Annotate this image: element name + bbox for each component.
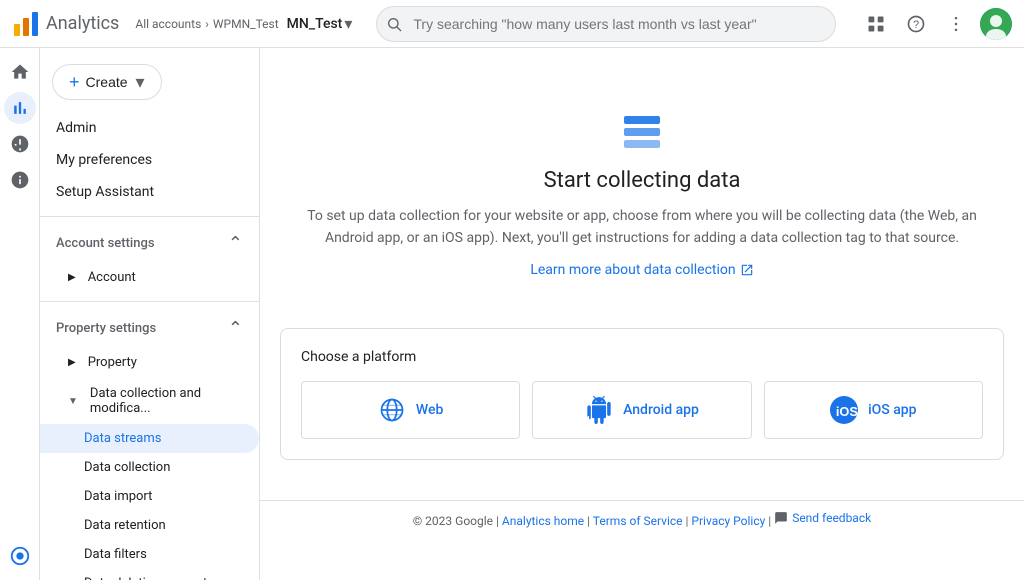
account-settings-chevron-icon: ⌃: [228, 233, 243, 254]
page-description: To set up data collection for your websi…: [302, 205, 982, 250]
platform-web[interactable]: Web: [301, 381, 520, 439]
account-expand-icon: ▶: [68, 272, 76, 283]
footer-copyright: © 2023 Google: [413, 514, 493, 528]
nav-account[interactable]: ▶ Account: [40, 262, 259, 293]
topbar: Analytics All accounts › WPMN_Test MN_Te…: [0, 0, 1024, 48]
avatar[interactable]: [980, 8, 1012, 40]
sidebar-icon-settings[interactable]: [4, 540, 36, 572]
nav-data-retention[interactable]: Data retention: [40, 511, 259, 540]
sidebar-icon-reports[interactable]: [4, 92, 36, 124]
learn-more-link[interactable]: Learn more about data collection: [530, 262, 753, 278]
external-link-icon: [740, 263, 754, 277]
data-collection-icon: [280, 108, 1004, 156]
sidebar-icons: [0, 48, 40, 580]
ios-label: iOS app: [868, 402, 916, 418]
create-label: Create: [86, 74, 128, 90]
web-label: Web: [416, 402, 443, 418]
grid-icon-button[interactable]: [860, 8, 892, 40]
help-icon-button[interactable]: ?: [900, 8, 932, 40]
page-title: Start collecting data: [280, 168, 1004, 193]
breadcrumb-all-accounts: All accounts: [135, 17, 201, 31]
search-icon: [386, 16, 402, 32]
search-bar[interactable]: [376, 6, 836, 42]
nav-data-filters[interactable]: Data filters: [40, 540, 259, 569]
nav-data-deletion[interactable]: Data deletion requests: [40, 569, 259, 580]
account-chevron-icon: ▾: [344, 14, 352, 33]
property-expand-icon: ▶: [68, 357, 76, 368]
analytics-logo-icon: [12, 10, 40, 38]
android-label: Android app: [623, 402, 699, 418]
sidebar-icon-explore[interactable]: [4, 128, 36, 160]
search-input[interactable]: [376, 6, 836, 42]
create-button[interactable]: + Create ▾: [52, 64, 162, 100]
start-collecting-section: Start collecting data To set up data col…: [280, 88, 1004, 308]
topbar-actions: ?: [860, 8, 1012, 40]
account-settings-section[interactable]: Account settings ⌃: [40, 225, 259, 262]
data-collection-expand-icon: ▼: [68, 396, 78, 407]
nav-property[interactable]: ▶ Property: [40, 347, 259, 378]
app-name: Analytics: [46, 13, 119, 34]
platform-section: Choose a platform Web: [280, 328, 1004, 460]
more-options-button[interactable]: [940, 8, 972, 40]
breadcrumb-account: WPMN_Test: [213, 17, 279, 31]
nav-data-collection[interactable]: ▼ Data collection and modifica...: [40, 378, 259, 424]
platform-ios[interactable]: iOS iOS app: [764, 381, 983, 439]
sidebar-icon-home[interactable]: [4, 56, 36, 88]
footer-terms[interactable]: Terms of Service: [593, 514, 683, 528]
platform-android[interactable]: Android app: [532, 381, 751, 439]
create-chevron-icon: ▾: [136, 72, 145, 93]
footer-feedback[interactable]: Send feedback: [792, 511, 871, 525]
more-icon: [946, 14, 966, 34]
ios-icon: iOS: [830, 396, 858, 424]
nav-divider-2: [40, 301, 259, 302]
nav-panel: + Create ▾ Admin My preferences Setup As…: [40, 48, 260, 580]
sidebar-icon-advertising[interactable]: [4, 164, 36, 196]
plus-icon: +: [69, 72, 80, 93]
help-icon: ?: [906, 14, 926, 34]
platform-section-title: Choose a platform: [301, 349, 983, 365]
web-icon: [378, 396, 406, 424]
breadcrumb-separator: ›: [205, 17, 209, 31]
nav-divider-1: [40, 216, 259, 217]
nav-my-preferences[interactable]: My preferences: [40, 144, 259, 176]
android-icon: [585, 396, 613, 424]
avatar-icon: [980, 8, 1012, 40]
footer-privacy[interactable]: Privacy Policy: [691, 514, 765, 528]
svg-text:iOS: iOS: [836, 404, 858, 419]
nav-data-collection-sub[interactable]: Data collection: [40, 453, 259, 482]
main-content: Start collecting data To set up data col…: [260, 48, 1024, 580]
platform-options: Web Android app iOS iOS app: [301, 381, 983, 439]
nav-data-import[interactable]: Data import: [40, 482, 259, 511]
account-selector[interactable]: MN_Test ▾: [287, 14, 353, 33]
footer-analytics-home[interactable]: Analytics home: [502, 514, 584, 528]
content-inner: Start collecting data To set up data col…: [260, 48, 1024, 500]
breadcrumb: All accounts › WPMN_Test: [135, 17, 278, 31]
nav-data-streams[interactable]: Data streams: [40, 424, 259, 453]
grid-icon: [866, 14, 886, 34]
feedback-icon: [774, 511, 788, 525]
nav-setup-assistant[interactable]: Setup Assistant: [40, 176, 259, 208]
svg-text:?: ?: [913, 19, 919, 31]
property-settings-chevron-icon: ⌃: [228, 318, 243, 339]
footer: © 2023 Google | Analytics home | Terms o…: [260, 500, 1024, 538]
app-logo: Analytics: [12, 10, 119, 38]
property-settings-section[interactable]: Property settings ⌃: [40, 310, 259, 347]
main-layout: + Create ▾ Admin My preferences Setup As…: [0, 48, 1024, 580]
nav-admin[interactable]: Admin: [40, 112, 259, 144]
